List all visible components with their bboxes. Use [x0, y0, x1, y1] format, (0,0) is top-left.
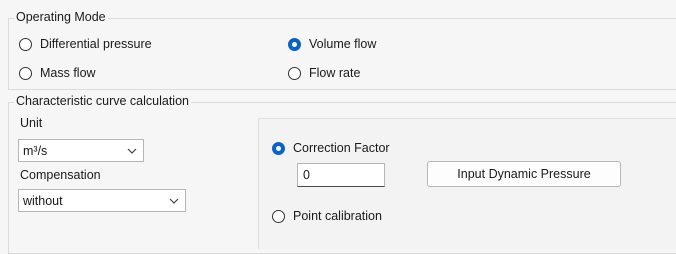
operating-mode-title: Operating Mode	[14, 10, 108, 24]
compensation-select[interactable]: without	[18, 189, 186, 212]
radio-mass-flow[interactable]: Mass flow	[19, 66, 96, 80]
radio-volume-flow-circle[interactable]	[288, 37, 301, 51]
radio-mass-flow-label: Mass flow	[40, 66, 96, 80]
radio-differential-pressure-label: Differential pressure	[40, 37, 152, 51]
radio-correction-factor[interactable]: Correction Factor	[272, 141, 390, 155]
input-dynamic-pressure-button[interactable]: Input Dynamic Pressure	[427, 161, 621, 187]
radio-correction-factor-label: Correction Factor	[293, 141, 390, 155]
radio-point-calibration-circle[interactable]	[272, 209, 285, 223]
unit-select[interactable]: m³/s	[18, 139, 144, 162]
input-dynamic-pressure-button-label: Input Dynamic Pressure	[457, 167, 591, 181]
correction-factor-input-value: 0	[303, 168, 310, 182]
radio-volume-flow[interactable]: Volume flow	[288, 37, 376, 51]
radio-differential-pressure-circle[interactable]	[19, 37, 32, 51]
radio-volume-flow-label: Volume flow	[309, 37, 377, 51]
correction-factor-input[interactable]: 0	[297, 163, 385, 187]
radio-flow-rate-circle[interactable]	[288, 66, 301, 80]
radio-correction-factor-circle[interactable]	[272, 141, 285, 155]
unit-select-value: m³/s	[23, 143, 48, 158]
radio-flow-rate-label: Flow rate	[309, 66, 361, 80]
radio-mass-flow-circle[interactable]	[19, 66, 32, 80]
radio-point-calibration-label: Point calibration	[293, 209, 382, 223]
chevron-down-icon[interactable]	[121, 148, 143, 154]
chevron-down-icon[interactable]	[163, 198, 185, 204]
compensation-select-value: without	[23, 193, 63, 208]
radio-flow-rate[interactable]: Flow rate	[288, 66, 360, 80]
radio-point-calibration[interactable]: Point calibration	[272, 209, 382, 223]
radio-differential-pressure[interactable]: Differential pressure	[19, 37, 152, 51]
curve-calculation-title: Characteristic curve calculation	[14, 94, 191, 108]
compensation-label: Compensation	[20, 168, 101, 182]
unit-label: Unit	[20, 116, 43, 130]
